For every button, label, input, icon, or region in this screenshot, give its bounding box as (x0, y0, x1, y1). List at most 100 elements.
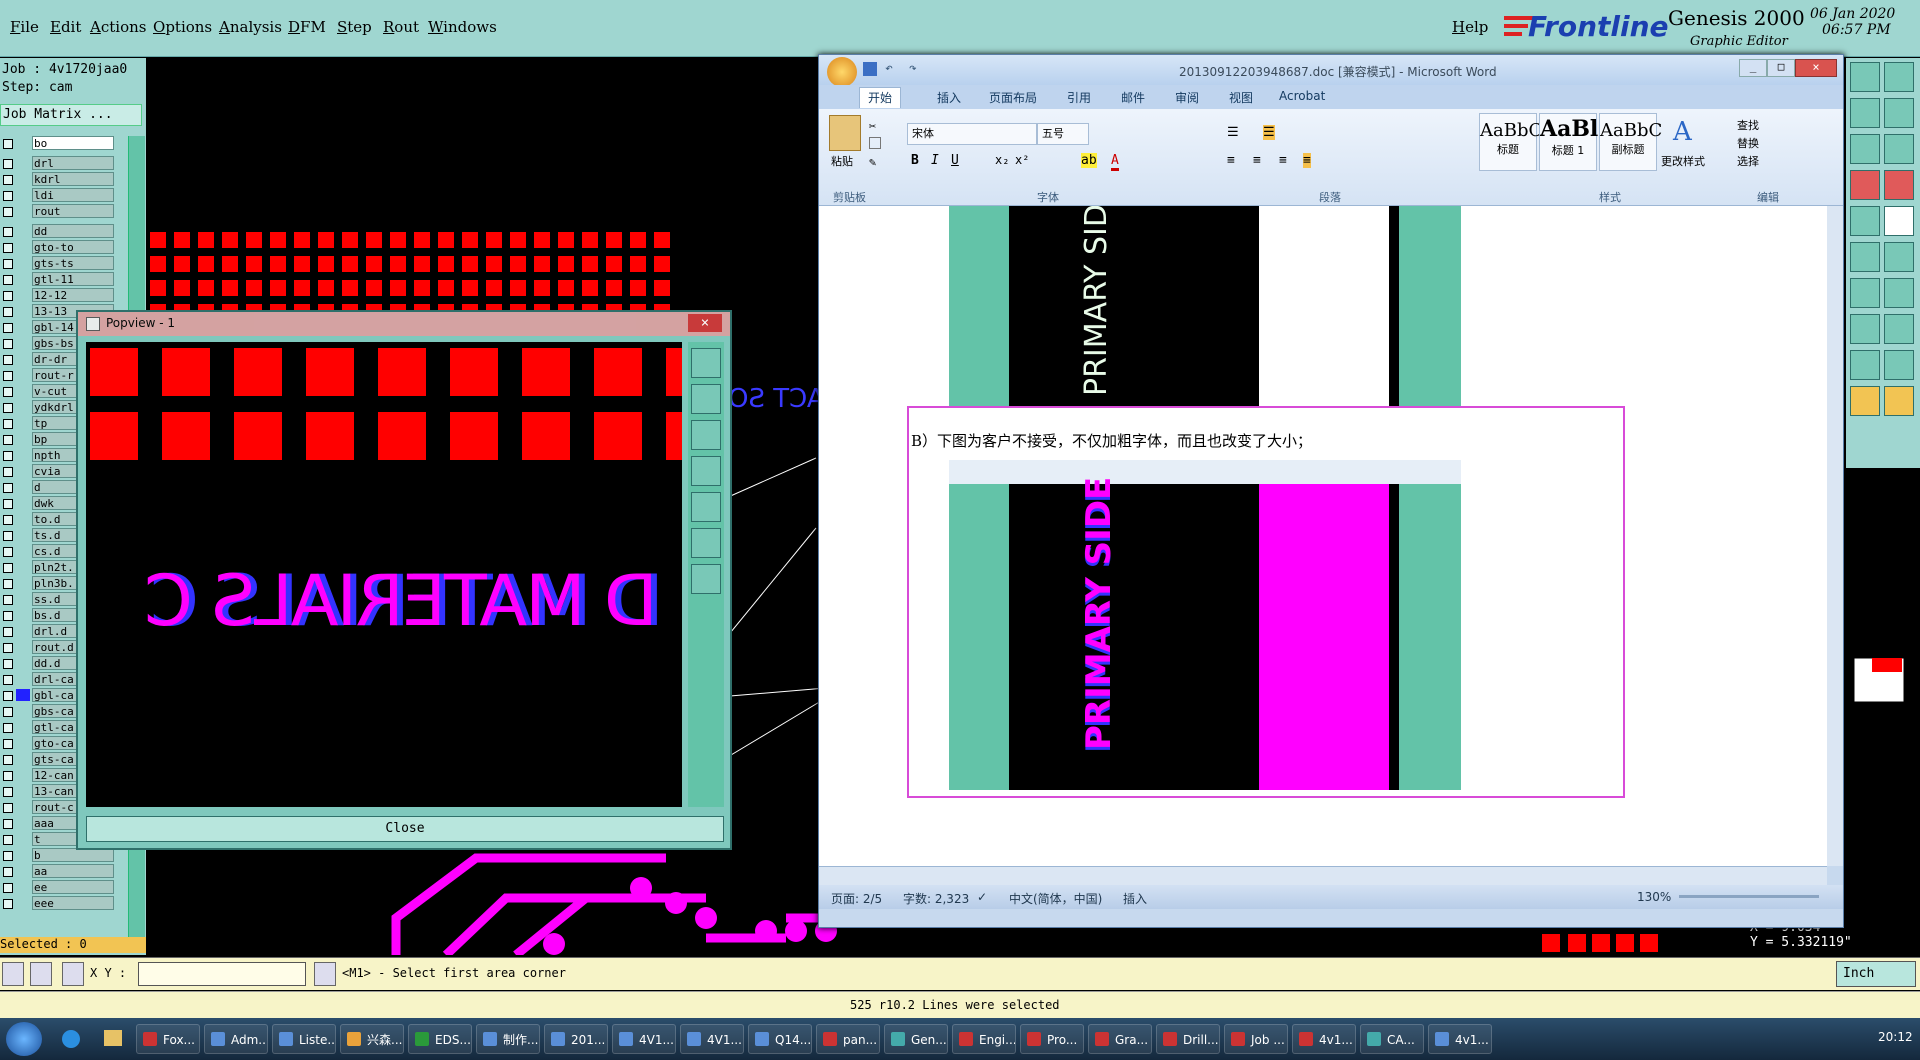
taskbar-item[interactable]: 4V1... (612, 1024, 676, 1054)
layer-checkbox[interactable] (3, 499, 13, 509)
style-heading1[interactable]: AaBl 标题 1 (1539, 113, 1598, 171)
tool-5-icon[interactable] (1850, 134, 1880, 164)
layer-checkbox[interactable] (3, 467, 13, 477)
layer-checkbox[interactable] (3, 307, 13, 317)
taskbar-item[interactable]: 4v1... (1428, 1024, 1492, 1054)
save-icon[interactable] (863, 62, 877, 76)
style-subtitle[interactable]: AaBbC 副标题 (1599, 113, 1662, 171)
layer-name[interactable]: bo (32, 136, 114, 150)
menu-step[interactable]: Step (337, 18, 372, 36)
status-page[interactable]: 页面: 2/5 (831, 890, 882, 907)
align-right-icon[interactable]: ≡ (1279, 153, 1287, 168)
layer-checkbox[interactable] (3, 723, 13, 733)
layer-row[interactable]: aa (0, 864, 146, 879)
taskbar-item[interactable]: Engi... (952, 1024, 1016, 1054)
layer-checkbox[interactable] (3, 483, 13, 493)
taskbar-item[interactable]: 兴森... (340, 1024, 404, 1054)
cmd-tool-4-icon[interactable] (314, 962, 336, 986)
layer-checkbox[interactable] (3, 675, 13, 685)
layer-checkbox[interactable] (3, 739, 13, 749)
layer-checkbox[interactable] (3, 691, 13, 701)
layer-checkbox[interactable] (3, 787, 13, 797)
layer-row[interactable]: ee (0, 880, 146, 895)
menu-actions[interactable]: Actions (90, 18, 146, 36)
office-button-icon[interactable] (827, 57, 857, 87)
status-words[interactable]: 字数: 2,323 (903, 890, 969, 907)
tool-8-icon[interactable] (1884, 170, 1914, 200)
layer-name[interactable]: drl (32, 156, 114, 170)
pop-tool-pan-right-icon[interactable] (691, 492, 721, 522)
cmd-tool-2-icon[interactable] (30, 962, 52, 986)
menu-edit[interactable]: Edit (50, 18, 81, 36)
taskbar-item[interactable]: Liste... (272, 1024, 336, 1054)
layer-checkbox[interactable] (3, 419, 13, 429)
layer-checkbox[interactable] (3, 851, 13, 861)
layer-name[interactable]: aa (32, 864, 114, 878)
change-styles-icon[interactable]: A (1673, 117, 1692, 147)
popview-close-button[interactable]: Close (86, 816, 724, 842)
layer-checkbox[interactable] (3, 339, 13, 349)
superscript-icon[interactable]: x² (1015, 153, 1029, 167)
layer-row[interactable]: ldi (0, 188, 146, 203)
status-zoom[interactable]: 130% (1637, 890, 1671, 904)
xy-input[interactable] (138, 962, 306, 986)
pop-tool-zoom-out-icon[interactable] (691, 564, 721, 594)
layer-name[interactable]: b (32, 848, 114, 862)
start-button-icon[interactable] (6, 1022, 42, 1056)
tab-home[interactable]: 开始 (859, 87, 902, 108)
cmd-tool-1-icon[interactable] (2, 962, 24, 986)
layer-checkbox[interactable] (3, 803, 13, 813)
tool-19-icon[interactable] (1850, 386, 1880, 416)
popview-canvas[interactable]: D MATERIALS C (86, 342, 682, 807)
layer-row[interactable]: drl (0, 156, 146, 171)
select-button[interactable]: 选择 (1737, 153, 1759, 169)
tool-3-icon[interactable] (1850, 98, 1880, 128)
cmd-tool-3-icon[interactable] (62, 962, 84, 986)
copy-icon[interactable] (869, 137, 881, 149)
layer-row[interactable]: bo (0, 136, 146, 151)
justify-icon[interactable]: ≡ (1303, 153, 1311, 168)
font-name-select[interactable]: 宋体 (907, 123, 1037, 145)
taskbar-item[interactable]: Pro... (1020, 1024, 1084, 1054)
taskbar-item[interactable]: pan... (816, 1024, 880, 1054)
layer-checkbox[interactable] (3, 175, 13, 185)
tool-9-icon[interactable] (1850, 206, 1880, 236)
bullets-icon[interactable]: ☰ (1227, 125, 1239, 140)
align-center-icon[interactable]: ≡ (1253, 153, 1261, 168)
tool-15-icon[interactable] (1850, 314, 1880, 344)
taskbar-item[interactable]: 4V1... (680, 1024, 744, 1054)
layer-checkbox[interactable] (3, 531, 13, 541)
highlight-icon[interactable]: ab (1081, 153, 1097, 168)
layer-checkbox[interactable] (3, 403, 13, 413)
layer-checkbox[interactable] (3, 883, 13, 893)
pop-tool-pan-left-icon[interactable] (691, 456, 721, 486)
layer-checkbox[interactable] (3, 259, 13, 269)
pop-tool-pan-up-icon[interactable] (691, 384, 721, 414)
layer-name[interactable]: ee (32, 880, 114, 894)
font-size-select[interactable]: 五号 (1037, 123, 1089, 145)
cut-icon[interactable]: ✂ (869, 119, 876, 133)
tab-references[interactable]: 引用 (1067, 89, 1091, 106)
popview-close-icon[interactable]: × (688, 314, 722, 332)
pop-tool-zoom-in-icon[interactable] (691, 528, 721, 558)
layer-checkbox[interactable] (3, 819, 13, 829)
layer-checkbox[interactable] (3, 371, 13, 381)
layer-checkbox[interactable] (3, 243, 13, 253)
document-page[interactable]: PRIMARY SIDE B）下图为客户不接受，不仅加粗字体，而且也改变了大小；… (819, 206, 1827, 866)
tool-7-icon[interactable] (1850, 170, 1880, 200)
taskbar-item[interactable]: 制作... (476, 1024, 540, 1054)
tool-12-icon[interactable] (1884, 242, 1914, 272)
tab-mailings[interactable]: 邮件 (1121, 89, 1145, 106)
layer-checkbox[interactable] (3, 595, 13, 605)
menu-dfm[interactable]: DFM (288, 18, 326, 36)
tab-view[interactable]: 视图 (1229, 89, 1253, 106)
tool-14-icon[interactable] (1884, 278, 1914, 308)
menu-analysis[interactable]: Analysis (219, 18, 282, 36)
tool-4-icon[interactable] (1884, 98, 1914, 128)
tab-insert[interactable]: 插入 (937, 89, 961, 106)
layer-checkbox[interactable] (3, 323, 13, 333)
tool-16-icon[interactable] (1884, 314, 1914, 344)
paste-icon[interactable] (829, 115, 861, 151)
tool-10-icon[interactable] (1884, 206, 1914, 236)
layer-row[interactable]: 12-12 (0, 288, 146, 303)
